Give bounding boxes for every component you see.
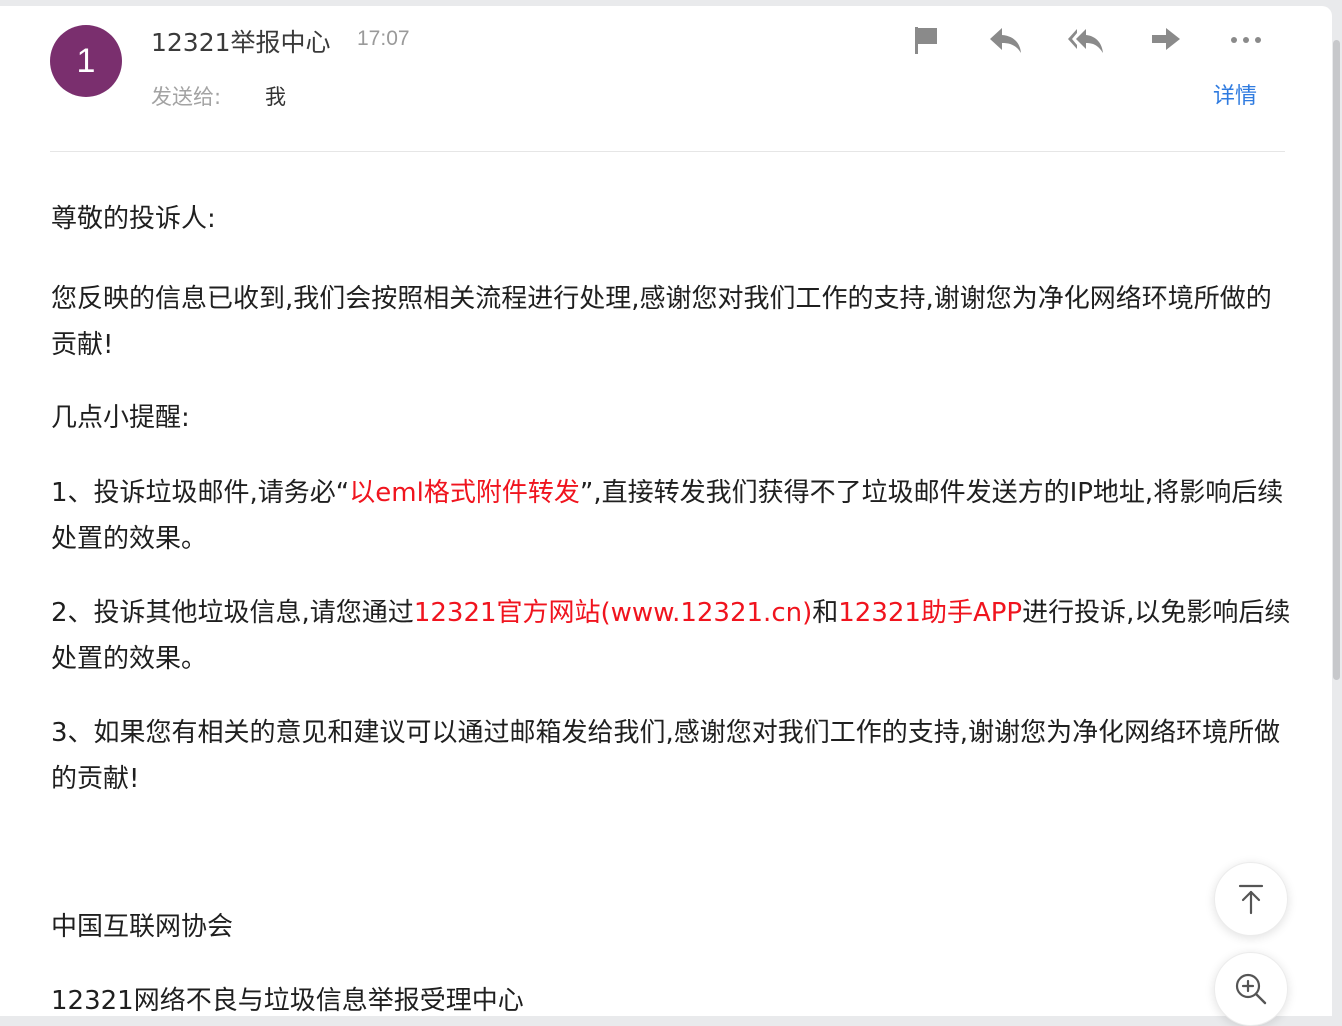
reminder-item-2-middle: 和 <box>812 598 839 628</box>
reminder-item-1-prefix: 1、投诉垃圾邮件,请务必“ <box>51 478 350 508</box>
reminder-item-3: 3、如果您有相关的意见和建议可以通过邮箱发给我们,感谢您对我们工作的支持,谢谢您… <box>51 718 1281 794</box>
flag-icon <box>915 27 937 54</box>
sender-name[interactable]: 12321举报中心 <box>151 23 331 59</box>
recipient-label: 发送给: <box>151 85 222 109</box>
reminder-item-2-prefix: 2、投诉其他垃圾信息,请您通过 <box>51 598 414 628</box>
email-time: 17:07 <box>357 27 410 50</box>
back-to-top-button[interactable] <box>1214 862 1288 936</box>
reminder-item-1: 1、投诉垃圾邮件,请务必“以eml格式附件转发”,直接转发我们获得不了垃圾邮件发… <box>51 470 1291 562</box>
signature-organization: 中国互联网协会 <box>51 912 234 942</box>
reminder-item-2: 2、投诉其他垃圾信息,请您通过12321官方网站(www.12321.cn)和1… <box>51 590 1291 682</box>
forward-button[interactable] <box>1144 20 1188 60</box>
reply-all-button[interactable] <box>1064 20 1108 60</box>
reply-button[interactable] <box>984 20 1028 60</box>
signature-center: 12321网络不良与垃圾信息举报受理中心 <box>51 986 524 1016</box>
email-reading-pane: 1 12321举报中心 17:07 发送给: 我 详情 尊敬的投诉人: 您反映的… <box>0 6 1332 1026</box>
recipient-value[interactable]: 我 <box>265 81 286 111</box>
details-link[interactable]: 详情 <box>1213 78 1257 110</box>
reply-all-icon <box>1068 29 1103 53</box>
official-website-highlight[interactable]: 12321官方网站(www.12321.cn) <box>414 598 812 628</box>
avatar[interactable]: 1 <box>50 25 122 97</box>
forward-icon <box>1152 28 1180 50</box>
more-button[interactable] <box>1224 20 1268 60</box>
reminder-heading: 几点小提醒: <box>51 403 190 433</box>
flag-button[interactable] <box>904 20 948 60</box>
email-greeting: 尊敬的投诉人: <box>51 204 216 234</box>
zoom-in-button[interactable] <box>1214 952 1288 1026</box>
eml-attachment-highlight: 以eml格式附件转发 <box>349 478 580 508</box>
avatar-letter: 1 <box>76 41 96 80</box>
back-to-top-icon <box>1238 884 1264 915</box>
scrollbar[interactable] <box>1333 40 1340 680</box>
email-paragraph: 您反映的信息已收到,我们会按照相关流程进行处理,感谢您对我们工作的支持,谢谢您为… <box>51 284 1272 360</box>
assistant-app-highlight[interactable]: 12321助手APP <box>838 598 1022 628</box>
zoom-in-icon <box>1235 973 1267 1005</box>
header-divider <box>50 151 1285 152</box>
reply-icon <box>990 28 1021 53</box>
more-icon <box>1231 37 1261 43</box>
